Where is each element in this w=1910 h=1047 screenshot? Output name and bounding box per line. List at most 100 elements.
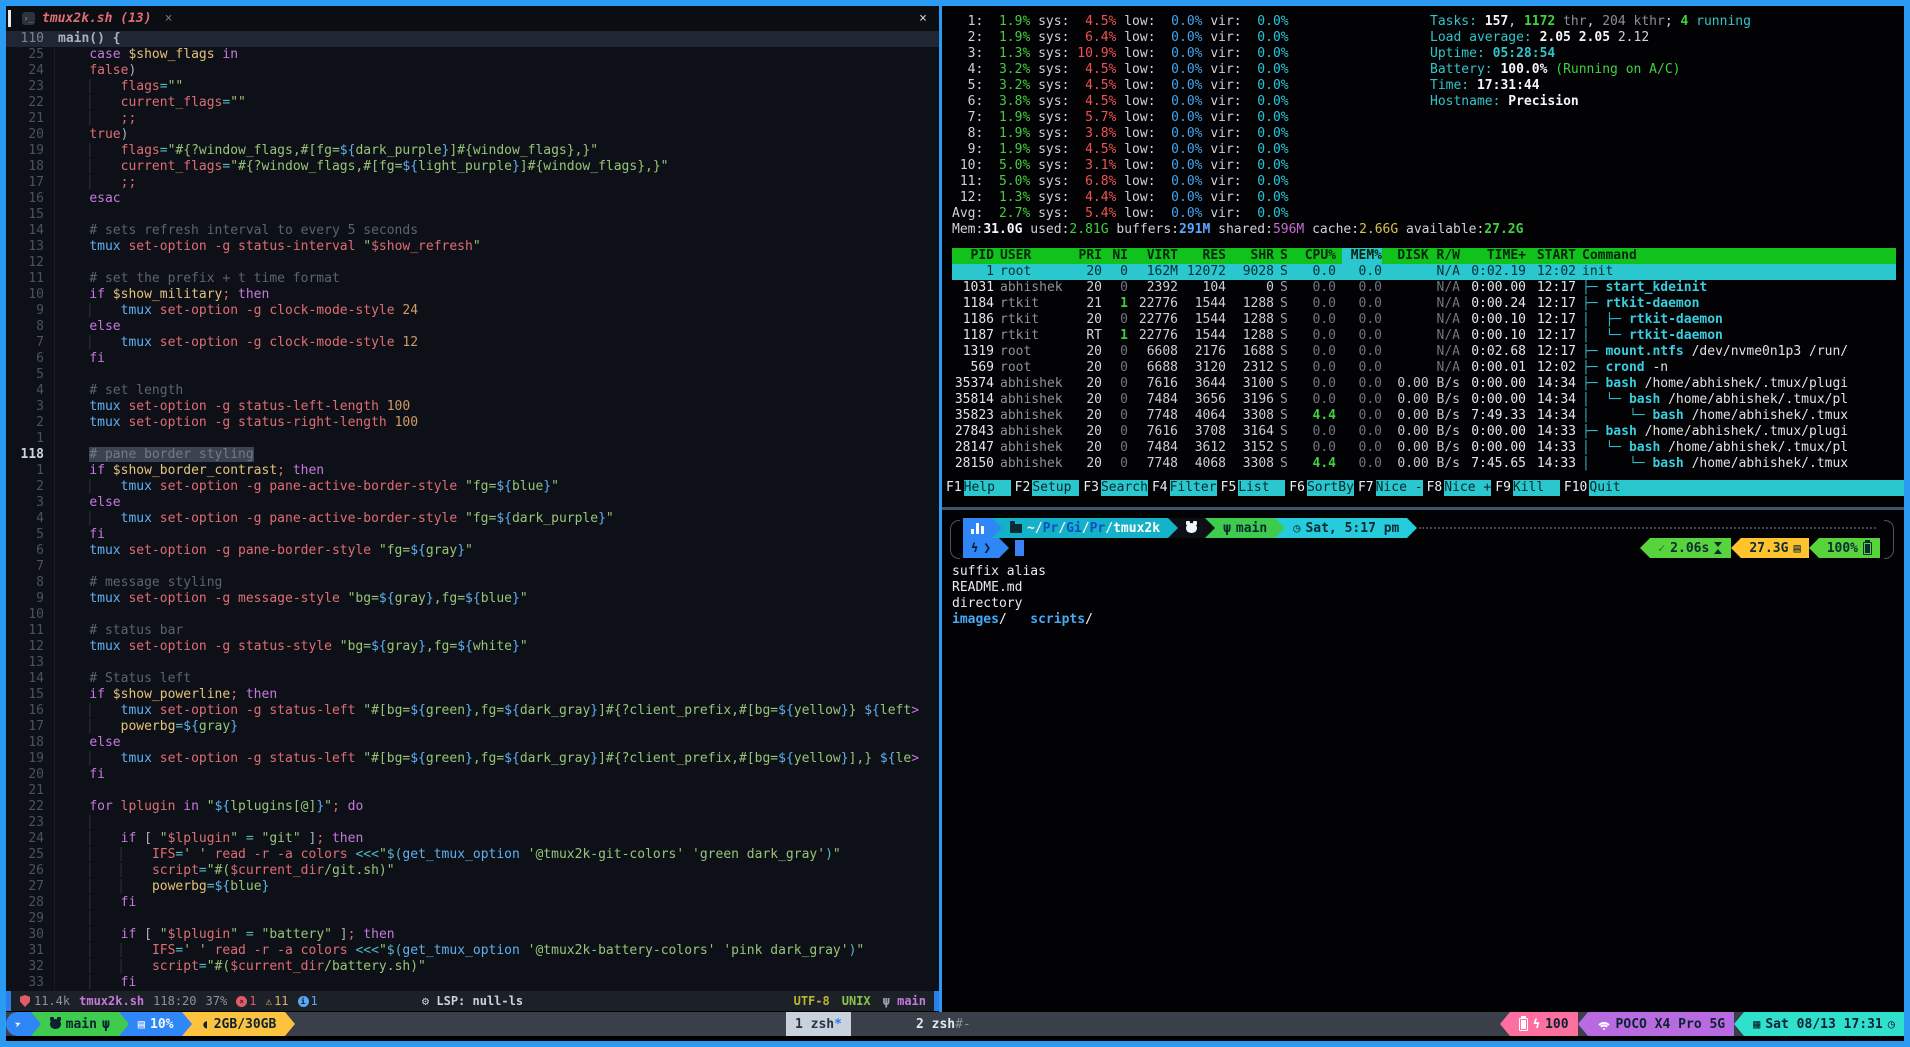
fkey-label-f3[interactable]: Search — [1101, 480, 1148, 496]
column-header-ni[interactable]: NI — [1108, 248, 1128, 264]
prompt-line-2[interactable]: ϟ❯ ✓2.06s27.3G▤100% — [963, 538, 1880, 558]
pane-close-icon[interactable]: × — [919, 11, 927, 26]
code-line[interactable]: 12 tmux set-option -g status-style "bg=$… — [6, 639, 939, 655]
fkey-label-f7[interactable]: Nice - — [1376, 480, 1423, 496]
code-line[interactable]: 25 ▏ ▏ IFS=' ' read -r -a colors <<<"$(g… — [6, 847, 939, 863]
code-line[interactable]: 2 tmux set-option -g status-right-length… — [6, 415, 939, 431]
column-header-user[interactable]: USER — [1000, 248, 1068, 264]
column-header-diskrw[interactable]: DISK R/W — [1388, 248, 1460, 264]
code-line[interactable]: 8 # message styling — [6, 575, 939, 591]
process-row[interactable]: 1319root200660821761688S0.00.0N/A0:02.68… — [952, 344, 1896, 360]
fkey-f7[interactable]: F7 — [1354, 480, 1376, 496]
column-header-start[interactable]: START — [1532, 248, 1576, 264]
fkey-label-f2[interactable]: Setup — [1032, 480, 1079, 496]
code-line[interactable]: 11 # set the prefix + t time format — [6, 271, 939, 287]
code-line[interactable]: 23 ▏ — [6, 815, 939, 831]
code-line[interactable]: 26 ▏ ▏ script="#($current_dir/git.sh)" — [6, 863, 939, 879]
code-line[interactable]: 110main() { — [6, 31, 939, 47]
fkey-f6[interactable]: F6 — [1285, 480, 1307, 496]
code-line[interactable]: 4 ▏ tmux set-option -g pane-active-borde… — [6, 511, 939, 527]
process-row[interactable]: 1186rtkit2002277615441288S0.00.0N/A0:00.… — [952, 312, 1896, 328]
process-row[interactable]: 27843abhishek200761637083164S0.00.00.00 … — [952, 424, 1896, 440]
fkey-f9[interactable]: F9 — [1491, 480, 1513, 496]
fkey-f8[interactable]: F8 — [1423, 480, 1445, 496]
code-line[interactable]: 27 ▏ ▏ powerbg=${blue} — [6, 879, 939, 895]
code-line[interactable]: 1 if $show_border_contrast; then — [6, 463, 939, 479]
code-line[interactable]: 2 ▏ tmux set-option -g pane-active-borde… — [6, 479, 939, 495]
code-line[interactable]: 3 tmux set-option -g status-left-length … — [6, 399, 939, 415]
code-line[interactable]: 15 if $show_powerline; then — [6, 687, 939, 703]
code-line[interactable]: 12 — [6, 255, 939, 271]
code-line[interactable]: 19 ▏ flags="#{?window_flags,#[fg=${dark_… — [6, 143, 939, 159]
code-line[interactable]: 4 # set length — [6, 383, 939, 399]
process-row[interactable]: 35823abhishek200774840643308S4.40.00.00 … — [952, 408, 1896, 424]
code-line[interactable]: 5 — [6, 367, 939, 383]
process-row[interactable]: 28147abhishek200748436123152S0.00.00.00 … — [952, 440, 1896, 456]
text-cursor[interactable] — [1015, 540, 1024, 556]
code-line[interactable]: 32 ▏ ▏ script="#($current_dir/battery.sh… — [6, 959, 939, 975]
code-line[interactable]: 9 tmux set-option -g message-style "bg=$… — [6, 591, 939, 607]
code-line[interactable]: 7 ▏ tmux set-option -g clock-mode-style … — [6, 335, 939, 351]
code-line[interactable]: 22 for lplugin in "${lplugins[@]}"; do — [6, 799, 939, 815]
process-row[interactable]: 1root200162M120729028S0.00.0N/A0:02.1912… — [952, 264, 1896, 280]
column-header-virt[interactable]: VIRT — [1134, 248, 1178, 264]
system-monitor-pane[interactable]: 1: 1.9% sys: 4.5% low: 0.0% vir: 0.0% 2:… — [942, 6, 1904, 507]
fkey-f1[interactable]: F1 — [942, 480, 964, 496]
editor-tab[interactable]: ›_ tmux2k.sh (13) × — [22, 11, 172, 26]
code-line[interactable]: 17 ▏ powerbg=${gray} — [6, 719, 939, 735]
fkey-label-f9[interactable]: Kill — [1513, 480, 1560, 496]
code-line[interactable]: 18 else — [6, 735, 939, 751]
code-line[interactable]: 10 if $show_military; then — [6, 287, 939, 303]
code-line[interactable]: 28 ▏ fi — [6, 895, 939, 911]
process-row[interactable]: 569root200668831202312S0.00.0N/A0:00.011… — [952, 360, 1896, 376]
tab-close-icon[interactable]: × — [165, 11, 173, 26]
code-line[interactable]: 29 ▏ — [6, 911, 939, 927]
fkey-label-f4[interactable]: Filter — [1170, 480, 1217, 496]
process-row[interactable]: 28150abhishek200774840683308S4.40.00.00 … — [952, 456, 1896, 472]
code-line[interactable]: 118 # pane border styling — [6, 447, 939, 463]
fkey-label-f8[interactable]: Nice + — [1444, 480, 1491, 496]
window-tab[interactable]: 1 zsh* — [786, 1012, 851, 1036]
fkey-f2[interactable]: F2 — [1011, 480, 1033, 496]
code-line[interactable]: 1 — [6, 431, 939, 447]
fkey-label-f5[interactable]: List — [1238, 480, 1285, 496]
process-row[interactable]: 1031abhishek20023921040S0.00.0N/A0:00.00… — [952, 280, 1896, 296]
column-header-pri[interactable]: PRI — [1074, 248, 1102, 264]
code-line[interactable]: 19 ▏ tmux set-option -g status-left "#[b… — [6, 751, 939, 767]
fkey-f5[interactable]: F5 — [1217, 480, 1239, 496]
column-header-res[interactable]: RES — [1184, 248, 1226, 264]
column-header-pid[interactable]: PID — [952, 248, 994, 264]
process-row[interactable]: 1187rtkitRT12277615441288S0.00.0N/A0:00.… — [952, 328, 1896, 344]
code-line[interactable]: 15 — [6, 207, 939, 223]
code-line[interactable]: 21 ▏ ;; — [6, 111, 939, 127]
code-line[interactable]: 16 ▏ tmux set-option -g status-left "#[b… — [6, 703, 939, 719]
fkey-label-f1[interactable]: Help — [964, 480, 1011, 496]
code-line[interactable]: 24 ▏ if [ "$lplugin" = "git" ]; then — [6, 831, 939, 847]
code-line[interactable]: 33 ▏ fi — [6, 975, 939, 991]
code-line[interactable]: 20 true) — [6, 127, 939, 143]
process-row[interactable]: 1184rtkit2112277615441288S0.00.0N/A0:00.… — [952, 296, 1896, 312]
fkey-label-f10[interactable]: Quit — [1589, 480, 1636, 496]
code-line[interactable]: 31 ▏ ▏ IFS=' ' read -r -a colors <<<"$(g… — [6, 943, 939, 959]
code-line[interactable]: 10 — [6, 607, 939, 623]
fkey-label-f6[interactable]: SortBy — [1307, 480, 1354, 496]
code-line[interactable]: 23 ▏ flags="" — [6, 79, 939, 95]
process-row[interactable]: 35814abhishek200748436563196S0.00.00.00 … — [952, 392, 1896, 408]
code-line[interactable]: 13 — [6, 655, 939, 671]
code-line[interactable]: 18 ▏ current_flags="#{?window_flags,#[fg… — [6, 159, 939, 175]
code-line[interactable]: 8 else — [6, 319, 939, 335]
code-line[interactable]: 25 case $show_flags in — [6, 47, 939, 63]
code-line[interactable]: 14 # Status left — [6, 671, 939, 687]
code-line[interactable]: 3 else — [6, 495, 939, 511]
process-row[interactable]: 35374abhishek200761636443100S0.00.00.00 … — [952, 376, 1896, 392]
code-line[interactable]: 17 ▏ ;; — [6, 175, 939, 191]
code-buffer[interactable]: 110main() {25 case $show_flags in24 fals… — [6, 31, 939, 991]
code-line[interactable]: 7 — [6, 559, 939, 575]
column-header-command[interactable]: Command — [1582, 248, 1896, 264]
window-tab[interactable]: 2 zsh#- — [907, 1012, 980, 1036]
code-line[interactable]: 24 false) — [6, 63, 939, 79]
code-line[interactable]: 22 ▏ current_flags="" — [6, 95, 939, 111]
code-line[interactable]: 9 ▏ tmux set-option -g clock-mode-style … — [6, 303, 939, 319]
code-line[interactable]: 30 ▏ if [ "$lplugin" = "battery" ]; then — [6, 927, 939, 943]
column-header-shr[interactable]: SHR — [1232, 248, 1274, 264]
